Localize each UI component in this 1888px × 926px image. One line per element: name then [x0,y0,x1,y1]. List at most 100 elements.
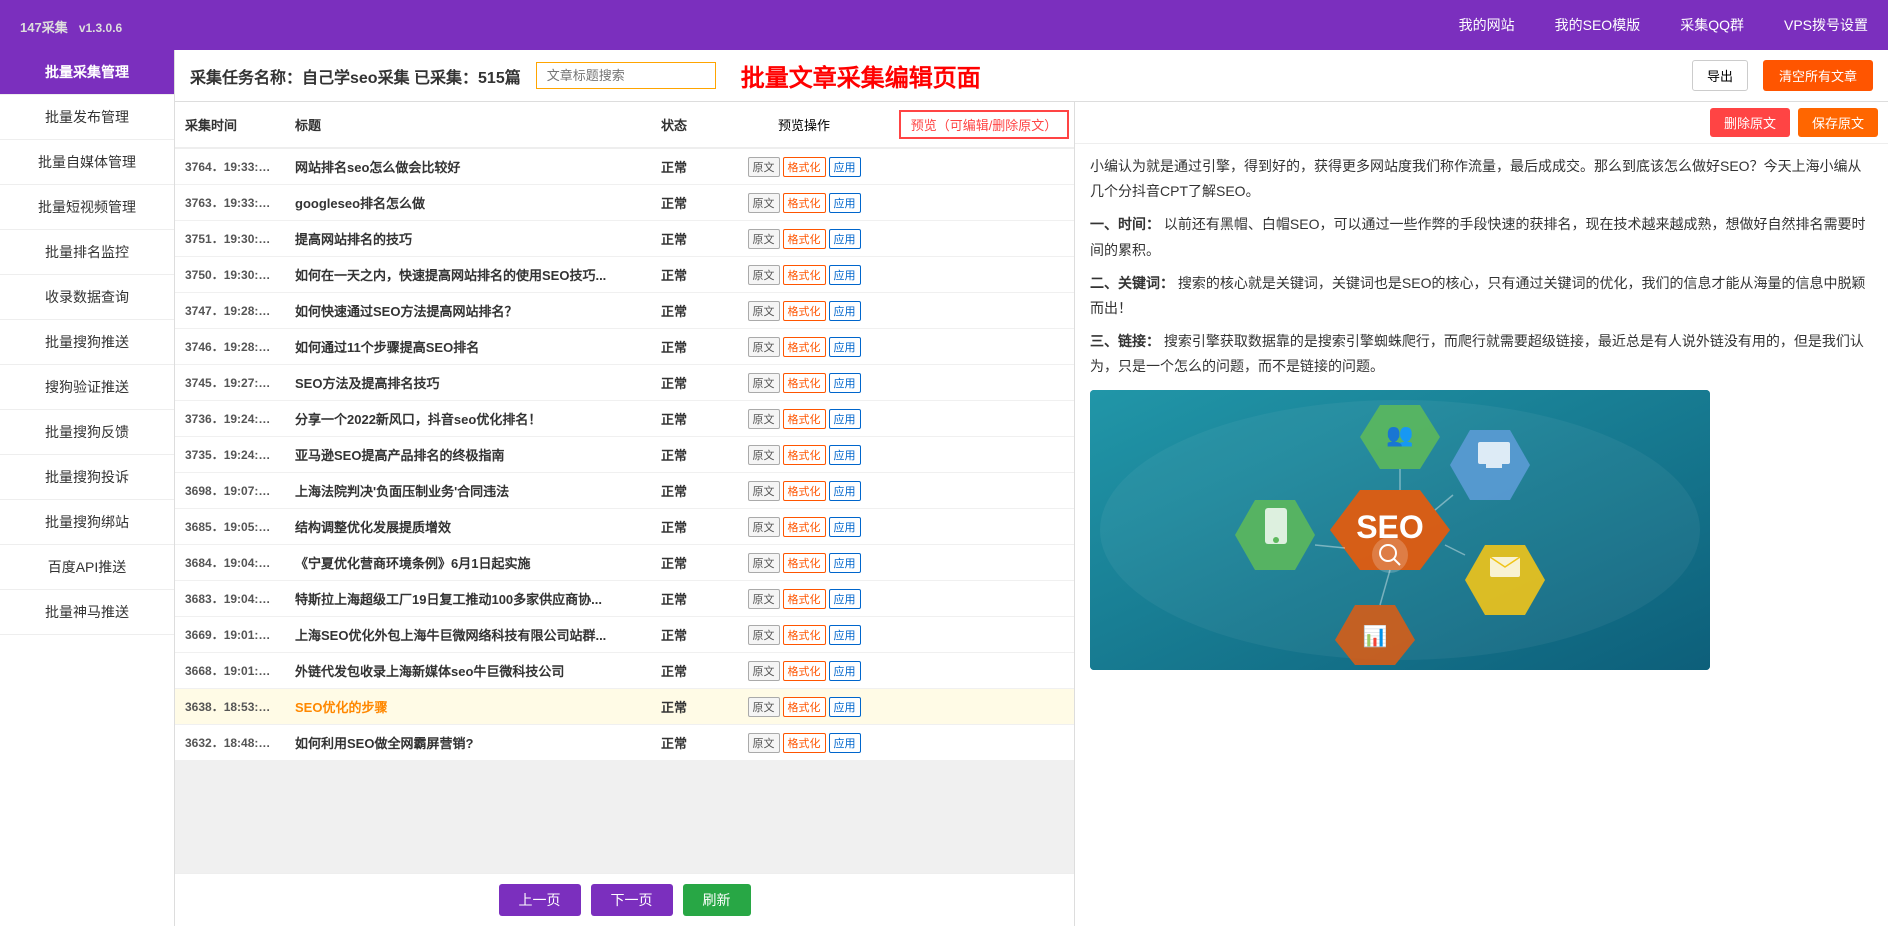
yuan-button[interactable]: 原文 [748,337,780,357]
yuan-button[interactable]: 原文 [748,589,780,609]
preview-header-button[interactable]: 预览（可编辑/删除原文） [899,110,1070,139]
export-button[interactable]: 导出 [1692,60,1748,91]
nav-qq-group[interactable]: 采集QQ群 [1680,15,1744,35]
ying-button[interactable]: 应用 [829,697,861,717]
ying-button[interactable]: 应用 [829,733,861,753]
row-time: 3746．19:28:… [175,338,295,355]
table-row[interactable]: 3764．19:33:… 网站排名seo怎么做会比较好 正常 原文 格式化 应用 [175,149,1074,185]
yuan-button[interactable]: 原文 [748,193,780,213]
table-row[interactable]: 3747．19:28:… 如何快速通过SEO方法提高网站排名？ 正常 原文 格式… [175,293,1074,329]
ying-button[interactable]: 应用 [829,625,861,645]
table-row[interactable]: 3746．19:28:… 如何通过11个步骤提高SEO排名 正常 原文 格式化 … [175,329,1074,365]
nav-seo-template[interactable]: 我的SEO模版 [1555,15,1641,35]
ge-button[interactable]: 格式化 [783,193,826,213]
table-row[interactable]: 3745．19:27:… SEO方法及提高排名技巧 正常 原文 格式化 应用 [175,365,1074,401]
ge-button[interactable]: 格式化 [783,373,826,393]
table-row[interactable]: 3632．18:48:… 如何利用SEO做全网霸屏营销? 正常 原文 格式化 应… [175,725,1074,761]
sidebar-item-batch-publish[interactable]: 批量发布管理 [0,95,174,140]
row-title: 外链代发包收录上海新媒体seo牛巨微科技公司 [295,661,634,680]
ge-button[interactable]: 格式化 [783,445,826,465]
row-title: 上海法院判决'负面压制业务'合同违法 [295,481,634,500]
table-row[interactable]: 3735．19:24:… 亚马逊SEO提高产品排名的终极指南 正常 原文 格式化… [175,437,1074,473]
sidebar-item-record-query[interactable]: 收录数据查询 [0,275,174,320]
ge-button[interactable]: 格式化 [783,517,826,537]
ying-button[interactable]: 应用 [829,517,861,537]
sidebar-item-batch-collect[interactable]: 批量采集管理 [0,50,174,95]
ge-button[interactable]: 格式化 [783,481,826,501]
table-row[interactable]: 3638．18:53:… SEO优化的步骤 正常 原文 格式化 应用 [175,689,1074,725]
ge-button[interactable]: 格式化 [783,625,826,645]
sidebar-item-baidu-api[interactable]: 百度API推送 [0,545,174,590]
table-row[interactable]: 3685．19:05:… 结构调整优化发展提质增效 正常 原文 格式化 应用 [175,509,1074,545]
save-original-button[interactable]: 保存原文 [1798,108,1878,137]
table-row[interactable]: 3751．19:30:… 提高网站排名的技巧 正常 原文 格式化 应用 [175,221,1074,257]
search-input[interactable] [536,62,716,89]
yuan-button[interactable]: 原文 [748,517,780,537]
yuan-button[interactable]: 原文 [748,625,780,645]
row-actions: 原文 格式化 应用 [714,157,894,177]
refresh-button[interactable]: 刷新 [683,884,751,916]
ying-button[interactable]: 应用 [829,337,861,357]
sidebar-item-sogou-complaint[interactable]: 批量搜狗投诉 [0,455,174,500]
ge-button[interactable]: 格式化 [783,661,826,681]
ying-button[interactable]: 应用 [829,553,861,573]
sidebar-item-sogou-verify[interactable]: 搜狗验证推送 [0,365,174,410]
ge-button[interactable]: 格式化 [783,301,826,321]
sidebar-item-batch-media[interactable]: 批量自媒体管理 [0,140,174,185]
yuan-button[interactable]: 原文 [748,661,780,681]
ying-button[interactable]: 应用 [829,409,861,429]
ge-button[interactable]: 格式化 [783,589,826,609]
yuan-button[interactable]: 原文 [748,265,780,285]
ying-button[interactable]: 应用 [829,265,861,285]
row-title: SEO方法及提高排名技巧 [295,373,634,392]
delete-original-button[interactable]: 删除原文 [1710,108,1790,137]
yuan-button[interactable]: 原文 [748,301,780,321]
sidebar-item-batch-sogou[interactable]: 批量搜狗推送 [0,320,174,365]
nav-my-site[interactable]: 我的网站 [1459,15,1515,35]
ge-button[interactable]: 格式化 [783,157,826,177]
table-row[interactable]: 3669．19:01:… 上海SEO优化外包上海牛巨微网络科技有限公司站群...… [175,617,1074,653]
prev-page-button[interactable]: 上一页 [499,884,581,916]
yuan-button[interactable]: 原文 [748,733,780,753]
ying-button[interactable]: 应用 [829,229,861,249]
sidebar-item-sogou-bind[interactable]: 批量搜狗绑站 [0,500,174,545]
yuan-button[interactable]: 原文 [748,373,780,393]
ying-button[interactable]: 应用 [829,481,861,501]
yuan-button[interactable]: 原文 [748,157,780,177]
ge-button[interactable]: 格式化 [783,697,826,717]
table-row[interactable]: 3668．19:01:… 外链代发包收录上海新媒体seo牛巨微科技公司 正常 原… [175,653,1074,689]
table-row[interactable]: 3736．19:24:… 分享一个2022新风口，抖音seo优化排名！ 正常 原… [175,401,1074,437]
ying-button[interactable]: 应用 [829,445,861,465]
yuan-button[interactable]: 原文 [748,445,780,465]
ying-button[interactable]: 应用 [829,301,861,321]
ying-button[interactable]: 应用 [829,157,861,177]
ge-button[interactable]: 格式化 [783,553,826,573]
yuan-button[interactable]: 原文 [748,409,780,429]
ying-button[interactable]: 应用 [829,373,861,393]
clear-all-button[interactable]: 清空所有文章 [1763,60,1873,91]
yuan-button[interactable]: 原文 [748,697,780,717]
ge-button[interactable]: 格式化 [783,229,826,249]
ying-button[interactable]: 应用 [829,589,861,609]
nav-vps-settings[interactable]: VPS拨号设置 [1784,15,1868,35]
sidebar-item-shenma[interactable]: 批量神马推送 [0,590,174,635]
ge-button[interactable]: 格式化 [783,337,826,357]
yuan-button[interactable]: 原文 [748,553,780,573]
table-row[interactable]: 3698．19:07:… 上海法院判决'负面压制业务'合同违法 正常 原文 格式… [175,473,1074,509]
table-row[interactable]: 3763．19:33:… googleseo排名怎么做 正常 原文 格式化 应用 [175,185,1074,221]
sidebar-item-batch-video[interactable]: 批量短视频管理 [0,185,174,230]
sidebar-item-sogou-feedback[interactable]: 批量搜狗反馈 [0,410,174,455]
row-title: 网站排名seo怎么做会比较好 [295,157,634,176]
ge-button[interactable]: 格式化 [783,733,826,753]
ge-button[interactable]: 格式化 [783,265,826,285]
yuan-button[interactable]: 原文 [748,481,780,501]
ge-button[interactable]: 格式化 [783,409,826,429]
table-row[interactable]: 3684．19:04:… 《宁夏优化营商环境条例》6月1日起实施 正常 原文 格… [175,545,1074,581]
ying-button[interactable]: 应用 [829,661,861,681]
sidebar-item-batch-rank[interactable]: 批量排名监控 [0,230,174,275]
yuan-button[interactable]: 原文 [748,229,780,249]
next-page-button[interactable]: 下一页 [591,884,673,916]
ying-button[interactable]: 应用 [829,193,861,213]
table-row[interactable]: 3683．19:04:… 特斯拉上海超级工厂19日复工推动100多家供应商协..… [175,581,1074,617]
table-row[interactable]: 3750．19:30:… 如何在一天之内，快速提高网站排名的使用SEO技巧...… [175,257,1074,293]
